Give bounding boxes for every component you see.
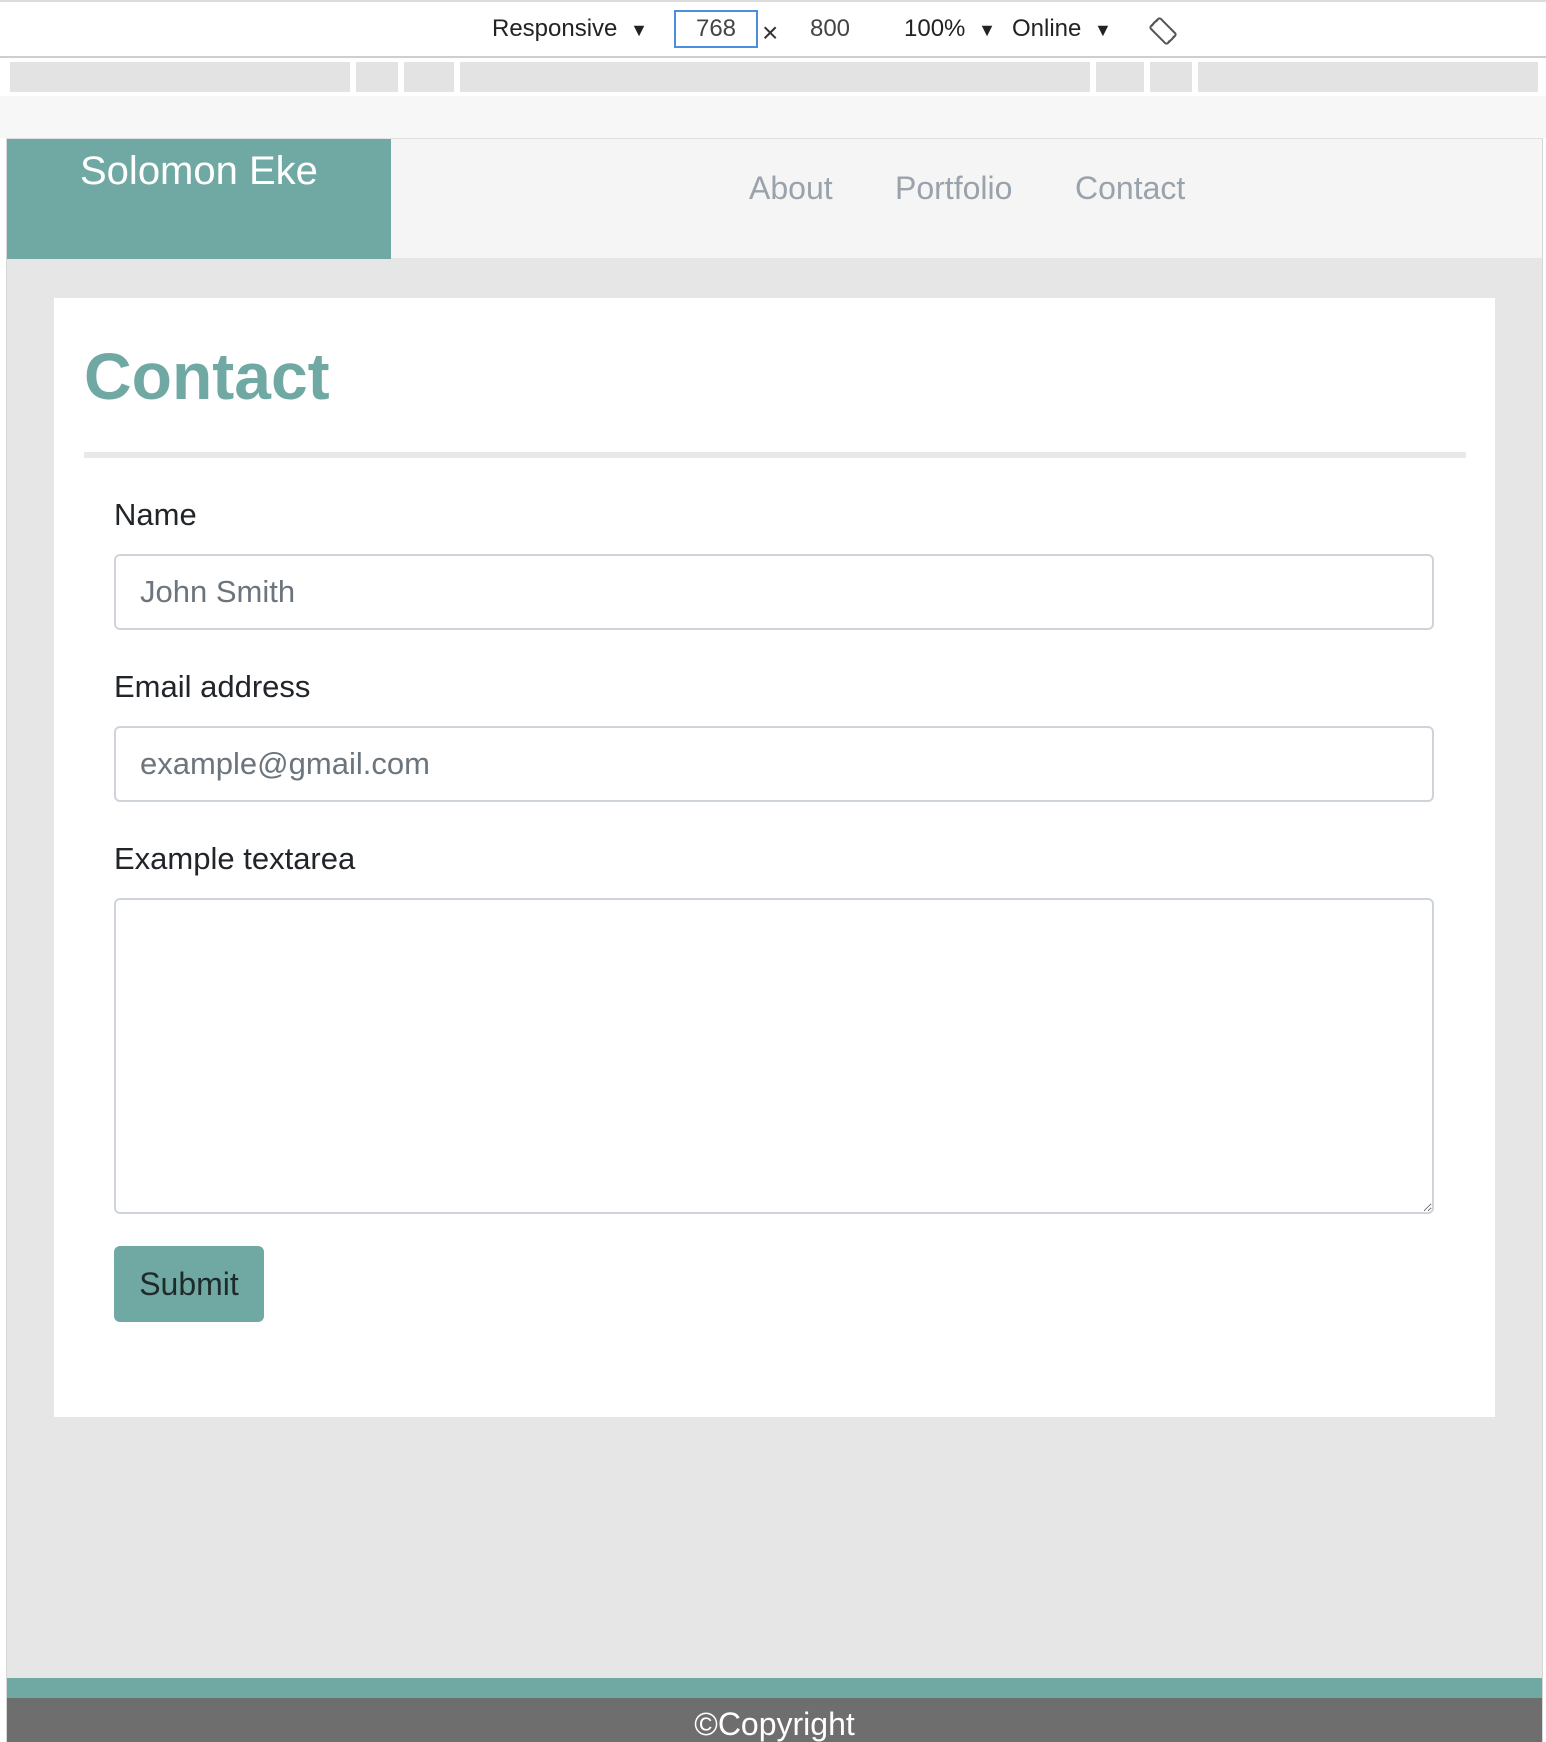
name-input[interactable] [114, 554, 1434, 630]
footer: ©Copyright [7, 1698, 1542, 1742]
viewport-gutter [0, 96, 1546, 138]
navbar: Solomon Eke About Portfolio Contact [7, 138, 1542, 259]
media-query-segment[interactable] [10, 62, 350, 92]
times-icon: × [762, 17, 779, 48]
devtools-toolbar: Responsive ▼ 768 × 800 100% ▼ Online ▼ [0, 0, 1546, 58]
submit-button[interactable]: Submit [114, 1246, 264, 1322]
zoom-select[interactable]: 100% ▼ [904, 14, 996, 45]
media-query-segment[interactable] [460, 62, 1090, 92]
rotate-icon[interactable] [1148, 16, 1178, 46]
media-query-segment[interactable] [1096, 62, 1144, 92]
media-query-segment[interactable] [1198, 62, 1538, 92]
chevron-down-icon: ▼ [1094, 20, 1112, 40]
message-label: Example textarea [114, 841, 356, 876]
nav-link-portfolio[interactable]: Portfolio [895, 159, 1012, 217]
chevron-down-icon: ▼ [978, 20, 996, 40]
email-label: Email address [114, 669, 311, 704]
nav-link-contact[interactable]: Contact [1075, 159, 1185, 217]
page-title: Contact [84, 339, 330, 413]
media-query-segment[interactable] [356, 62, 398, 92]
copyright-text: ©Copyright [694, 1706, 855, 1742]
device-mode-select[interactable]: Responsive ▼ [492, 14, 648, 45]
viewport-height-input[interactable]: 800 [790, 10, 870, 48]
throttling-label: Online [1012, 15, 1082, 42]
zoom-label: 100% [904, 15, 966, 42]
device-mode-label: Responsive [492, 15, 618, 42]
contact-card: Contact Name Email address Example texta… [54, 298, 1495, 1417]
brand-name: Solomon Eke [80, 149, 318, 193]
media-query-segment[interactable] [1150, 62, 1192, 92]
throttling-select[interactable]: Online ▼ [1012, 14, 1112, 45]
brand-block[interactable]: Solomon Eke [7, 139, 391, 259]
footer-accent-bar [7, 1678, 1542, 1698]
name-label: Name [114, 497, 197, 532]
chevron-down-icon: ▼ [630, 20, 648, 40]
email-input[interactable] [114, 726, 1434, 802]
media-query-bar [0, 58, 1546, 96]
media-query-segment[interactable] [404, 62, 454, 92]
title-divider [84, 452, 1466, 458]
nav-link-about[interactable]: About [749, 159, 833, 217]
rotate-icon-graphic [1149, 17, 1177, 45]
page-viewport: Solomon Eke About Portfolio Contact Cont… [6, 138, 1543, 1742]
message-textarea[interactable] [114, 898, 1434, 1214]
viewport-width-input[interactable]: 768 [674, 10, 758, 48]
